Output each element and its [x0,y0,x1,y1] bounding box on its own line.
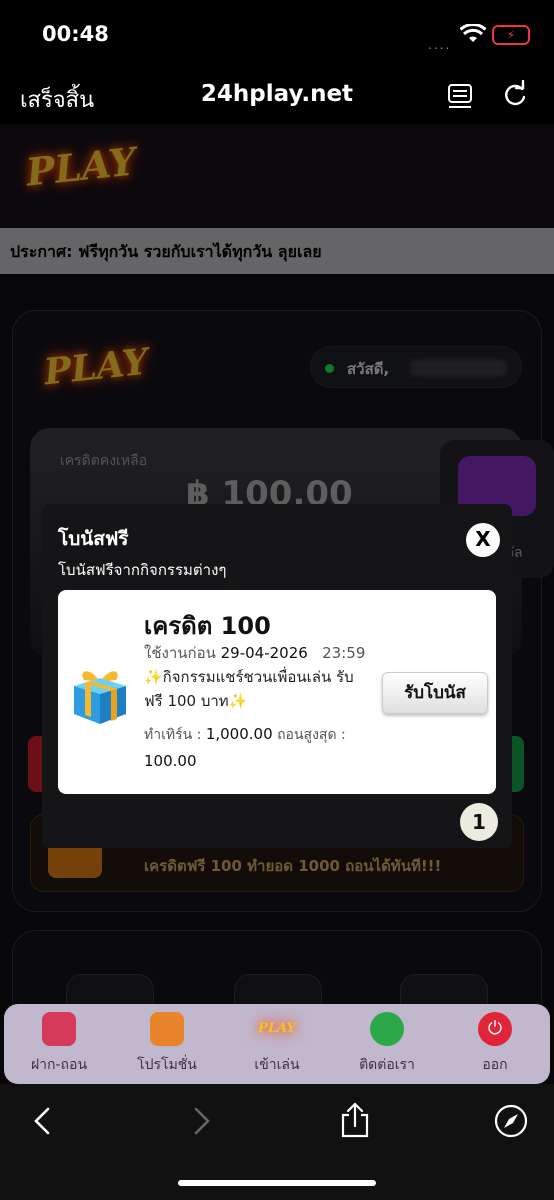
bonus-title: เครดิต 100 [144,612,271,640]
done-button[interactable]: เสร็จสิ้น [20,82,94,117]
nav-label: โปรโมชั่น [137,1057,197,1073]
battery-charging-low-icon: ⚡ [492,25,530,45]
bonus-terms: ทำเทิร์น : 1,000.00 ถอนสูงสุด : 100.00 [144,721,372,775]
expiry-date: 29-04-2026 [220,644,308,662]
share-icon[interactable] [338,1102,372,1138]
turnover-value: 1,000.00 [205,725,273,743]
nav-label: ติดต่อเรา [359,1057,415,1073]
bonus-description: ✨กิจกรรมแชร์ชวนเพื่อนเล่น รับฟรี 100 บาท… [144,668,354,710]
power-icon: ⏻ [478,1012,512,1046]
play-logo-icon: PLAY [258,1021,296,1036]
nav-label: ฝาก-ถอน [30,1057,88,1073]
wifi-icon [460,24,486,42]
nav-item-play[interactable]: PLAY เข้าเล่น [222,1012,332,1076]
nav-item-deposit[interactable]: ฝาก-ถอน [4,1012,114,1076]
nav-item-promotion[interactable]: โปรโมชั่น [112,1012,222,1076]
reader-icon[interactable] [446,82,474,110]
max-withdraw-value: 100.00 [144,752,197,770]
back-icon[interactable] [30,1106,54,1136]
nav-item-contact[interactable]: ติดต่อเรา [332,1012,442,1076]
chat-icon [370,1012,404,1046]
signal-dots: .... [428,38,452,52]
expiry-time: 23:59 [322,644,366,662]
nav-item-logout[interactable]: ⏻ ออก [440,1012,550,1076]
turnover-label: ทำเทิร์น : [144,727,202,743]
gift-box-icon [74,671,126,724]
compass-icon[interactable] [494,1104,528,1138]
close-button[interactable]: X [466,523,500,557]
home-indicator [178,1180,376,1186]
modal-title: โบนัสฟรี [58,528,129,550]
forward-icon[interactable] [190,1106,214,1136]
expiry-label: ใช้งานก่อน [144,644,216,662]
max-withdraw-label: ถอนสูงสุด : [277,727,346,743]
nav-label: ออก [482,1057,508,1073]
modal-subtitle: โบนัสฟรีจากกิจกรรมต่างๆ [58,561,227,579]
status-time: 00:48 [42,22,109,46]
page-number-badge[interactable]: 1 [460,803,498,841]
reload-icon[interactable] [500,80,530,110]
promotion-gift-icon [150,1012,184,1046]
nav-label: เข้าเล่น [254,1057,300,1073]
wallet-icon [42,1012,76,1046]
bonus-expiry: ใช้งานก่อน 29-04-2026 23:59 [144,641,365,665]
claim-bonus-button[interactable]: รับโบนัส [382,672,488,714]
